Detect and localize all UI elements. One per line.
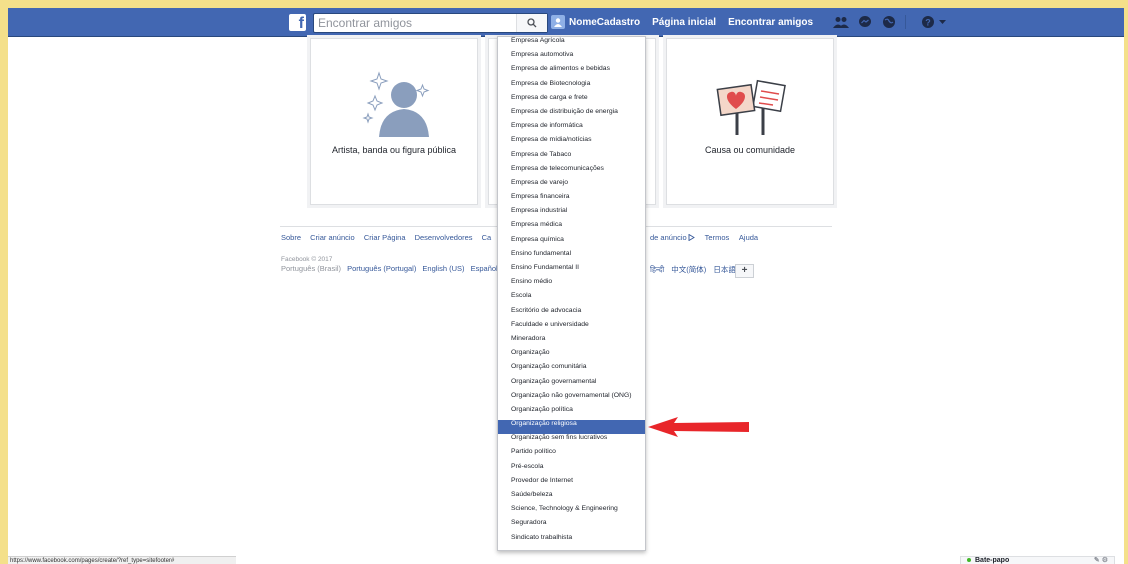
footer-link-create-page[interactable]: Criar Página <box>364 233 406 242</box>
category-option[interactable]: Organização <box>498 349 645 363</box>
category-option[interactable]: Empresa de telecomunicações <box>498 165 645 179</box>
adchoices-icon <box>688 233 695 242</box>
chat-bar[interactable]: Bate-papo ✎ ⚙ <box>960 556 1115 564</box>
footer-link-ad-choices-label: de anúncio <box>650 233 687 242</box>
window-frame-right <box>1124 0 1128 564</box>
lang-hi[interactable]: हिन्दी <box>650 265 664 274</box>
category-option[interactable]: Empresa automotiva <box>498 51 645 65</box>
category-option[interactable]: Organização não governamental (ONG) <box>498 392 645 406</box>
category-list: Empresa Agrícola Empresa automotiva Empres… <box>498 37 645 548</box>
home-link[interactable]: Página inicial <box>652 17 716 28</box>
search-icon <box>527 18 537 28</box>
footer-link-terms[interactable]: Termos <box>705 233 730 242</box>
category-option[interactable]: Empresa Agrícola <box>498 37 645 51</box>
category-dropdown[interactable]: Empresa Agrícola Empresa automotiva Empres… <box>497 36 646 551</box>
language-links: Português (Brasil) Português (Portugal) … <box>281 264 502 273</box>
category-option[interactable]: Empresa de carga e frete <box>498 94 645 108</box>
status-bar-url: https://www.facebook.com/pages/create/?r… <box>8 556 236 564</box>
chat-label: Bate-papo <box>975 557 1010 564</box>
nav-divider <box>905 15 907 29</box>
copyright-text: Facebook © 2017 <box>281 256 333 263</box>
category-option[interactable]: Organização sem fins lucrativos <box>498 434 645 448</box>
category-option[interactable]: Escritório de advocacia <box>498 307 645 321</box>
search-box <box>313 13 548 33</box>
account-menu-chevron-icon[interactable] <box>938 15 946 29</box>
more-languages-button[interactable]: + <box>735 264 754 278</box>
lang-ja[interactable]: 日本語 <box>713 265 736 274</box>
facebook-logo-icon[interactable]: f <box>289 14 306 31</box>
category-option[interactable]: Empresa financeira <box>498 193 645 207</box>
category-card-cause[interactable]: Causa ou comunidade <box>666 38 834 205</box>
svg-text:?: ? <box>925 18 931 28</box>
avatar[interactable] <box>551 15 565 29</box>
online-status-icon <box>967 558 971 562</box>
window-frame-top <box>0 0 1128 8</box>
notifications-globe-icon[interactable] <box>881 15 897 29</box>
lang-zh[interactable]: 中文(简体) <box>671 265 706 274</box>
chat-settings-icon[interactable]: ✎ ⚙ <box>1094 557 1108 564</box>
category-option[interactable]: Empresa de distribuição de energia <box>498 108 645 122</box>
category-option[interactable]: Seguradora <box>498 519 645 533</box>
footer-links-right: de anúncio Termos Ajuda <box>650 233 766 242</box>
category-option[interactable]: Empresa médica <box>498 221 645 235</box>
category-option[interactable]: Empresa de Biotecnologia <box>498 80 645 94</box>
category-option[interactable]: Empresa de varejo <box>498 179 645 193</box>
lang-current: Português (Brasil) <box>281 264 342 273</box>
red-arrow-annotation <box>648 417 749 437</box>
footer-link-careers[interactable]: Ca <box>482 233 492 242</box>
category-option[interactable]: Empresa química <box>498 236 645 250</box>
category-option[interactable]: Mineradora <box>498 335 645 349</box>
artist-silhouette-icon <box>362 71 430 137</box>
user-avatar-icon <box>554 18 562 27</box>
find-friends-link[interactable]: Encontrar amigos <box>728 17 813 28</box>
protest-signs-icon <box>716 79 786 135</box>
window-frame-left <box>0 0 8 564</box>
category-option[interactable]: Organização política <box>498 406 645 420</box>
category-option[interactable]: Partido político <box>498 448 645 462</box>
category-option[interactable]: Ensino Fundamental II <box>498 264 645 278</box>
category-option[interactable]: Pré-escola <box>498 463 645 477</box>
category-option[interactable]: Empresa de Tabaco <box>498 151 645 165</box>
help-icon[interactable]: ? <box>920 15 936 29</box>
category-option[interactable]: Saúde/beleza <box>498 491 645 505</box>
footer-links: Sobre Criar anúncio Criar Página Desenvo… <box>281 233 498 242</box>
category-option[interactable]: Empresa de alimentos e bebidas <box>498 65 645 79</box>
card-label-cause: Causa ou comunidade <box>704 145 796 155</box>
lang-pt-pt[interactable]: Português (Portugal) <box>347 264 416 273</box>
search-input[interactable] <box>314 14 518 32</box>
friend-requests-icon[interactable] <box>833 15 850 29</box>
card-label-artist: Artista, banda ou figura pública <box>331 145 457 155</box>
footer-link-ad-choices[interactable]: de anúncio <box>650 233 695 242</box>
category-option[interactable]: Provedor de Internet <box>498 477 645 491</box>
category-card-artist[interactable]: Artista, banda ou figura pública <box>310 38 478 205</box>
profile-link[interactable]: NomeCadastro <box>569 17 640 28</box>
messages-icon[interactable] <box>857 15 873 29</box>
category-option[interactable]: Organização governamental <box>498 378 645 392</box>
top-navigation-bar: f NomeCadastro Página inicial Encontrar … <box>8 8 1124 37</box>
lang-en-us[interactable]: English (US) <box>422 264 464 273</box>
category-option[interactable]: Science, Technology & Engineering <box>498 505 645 519</box>
search-button[interactable] <box>516 14 547 32</box>
category-option[interactable]: Ensino médio <box>498 278 645 292</box>
footer-link-create-ad[interactable]: Criar anúncio <box>310 233 355 242</box>
footer-link-developers[interactable]: Desenvolvedores <box>415 233 473 242</box>
category-option[interactable]: Faculdade e universidade <box>498 321 645 335</box>
footer-link-about[interactable]: Sobre <box>281 233 301 242</box>
footer-link-help[interactable]: Ajuda <box>739 233 758 242</box>
category-option[interactable]: Ensino fundamental <box>498 250 645 264</box>
category-option[interactable]: Empresa de mídia/notícias <box>498 136 645 150</box>
category-option[interactable]: Sindicato trabalhista <box>498 534 645 548</box>
nav-links: NomeCadastro Página inicial Encontrar am… <box>551 8 946 36</box>
category-option[interactable]: Empresa de informática <box>498 122 645 136</box>
language-links-right: हिन्दी 中文(简体) 日本語 <box>650 264 741 275</box>
category-option[interactable]: Escola <box>498 292 645 306</box>
category-option[interactable]: Organização comunitária <box>498 363 645 377</box>
category-option[interactable]: Organização religiosa <box>498 420 645 435</box>
lang-es[interactable]: Español <box>471 264 498 273</box>
category-option[interactable]: Empresa industrial <box>498 207 645 221</box>
